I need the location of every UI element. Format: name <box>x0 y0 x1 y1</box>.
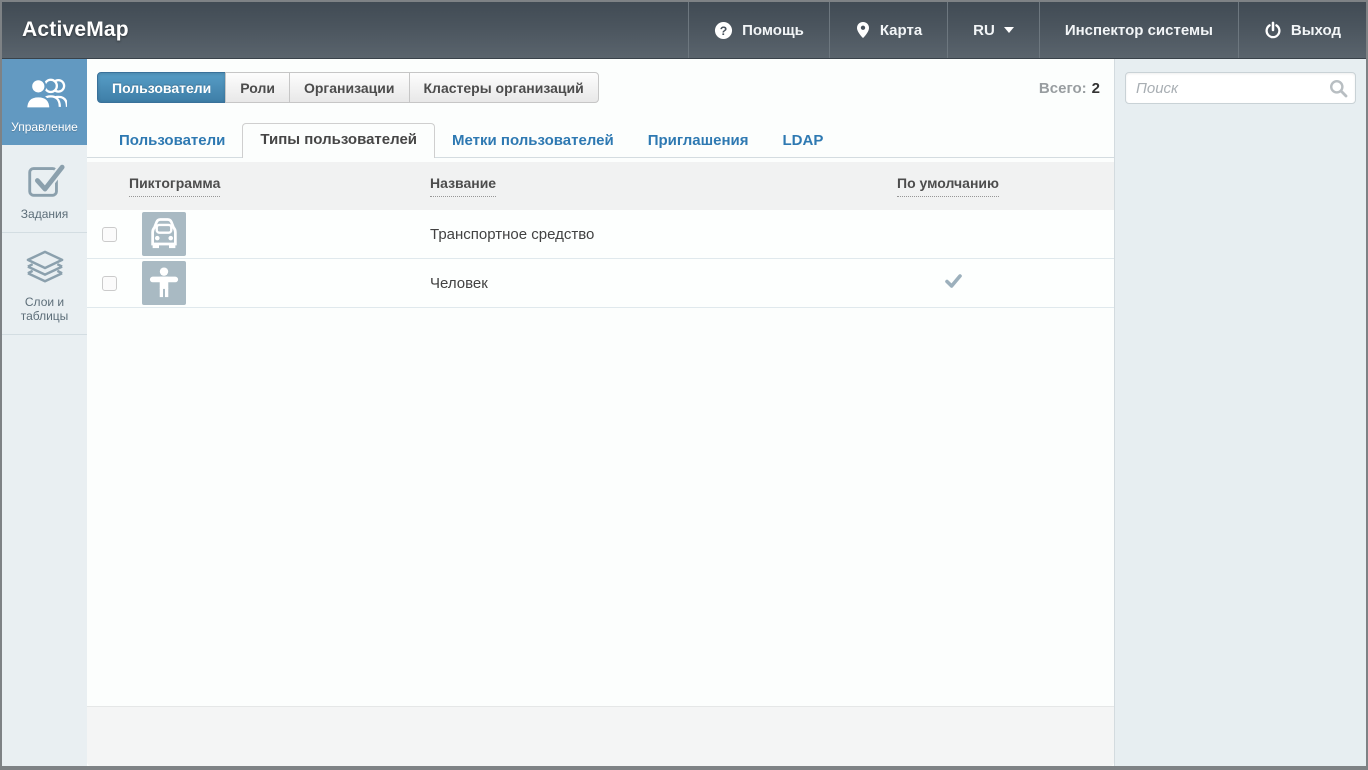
total-label: Всего: <box>1038 80 1087 97</box>
main-footer <box>87 706 1114 766</box>
total-value: 2 <box>1091 80 1100 97</box>
row-checkbox[interactable] <box>102 275 117 291</box>
power-icon <box>1264 21 1282 40</box>
column-header-name: Название <box>430 175 897 197</box>
subtab-users[interactable]: Пользователи <box>102 124 242 158</box>
search-panel <box>1114 59 1366 766</box>
sidebar-item-layers-tables[interactable]: Слои и таблицы <box>2 233 87 335</box>
top-nav: ? Помощь Карта RU Инспектор системы Выхо… <box>688 2 1366 58</box>
users-group-icon <box>6 73 83 113</box>
question-circle-icon: ? <box>714 21 733 40</box>
primary-tabs-toolbar: Пользователи Роли Организации Кластеры о… <box>87 59 1114 103</box>
searchbox <box>1125 72 1356 104</box>
tab-organization-clusters[interactable]: Кластеры организаций <box>408 72 599 103</box>
row-checkbox[interactable] <box>102 226 117 242</box>
user-type-name: Транспортное средство <box>430 225 595 243</box>
map-label: Карта <box>879 21 923 39</box>
logout-label: Выход <box>1290 21 1341 39</box>
system-inspector-button[interactable]: Инспектор системы <box>1038 2 1238 58</box>
map-button[interactable]: Карта <box>828 2 947 58</box>
app-logo: ActiveMap <box>22 18 129 41</box>
sidebar-item-management[interactable]: Управление <box>2 59 87 145</box>
sidebar-item-label: Слои и таблицы <box>20 295 69 323</box>
tab-users[interactable]: Пользователи <box>97 72 227 103</box>
caret-down-icon <box>1003 27 1014 33</box>
table-header: Пиктограмма Название По умолчанию <box>87 162 1114 210</box>
default-cell <box>897 273 1009 293</box>
sidebar: Управление Задания Слои и таблицы <box>2 59 87 766</box>
total-count: Всего: 2 <box>1039 80 1100 97</box>
column-header-pictogram: Пиктограмма <box>129 175 430 197</box>
main-panel: Пользователи Роли Организации Кластеры о… <box>87 59 1114 766</box>
top-bar: ActiveMap ? Помощь Карта RU Инспектор си… <box>2 2 1366 59</box>
tab-roles[interactable]: Роли <box>225 72 290 103</box>
subtab-ldap[interactable]: LDAP <box>766 124 841 158</box>
sidebar-item-tasks[interactable]: Задания <box>2 145 87 233</box>
search-input[interactable] <box>1125 72 1356 104</box>
subtab-invitations[interactable]: Приглашения <box>631 124 766 158</box>
help-label: Помощь <box>742 21 804 39</box>
layers-icon <box>6 248 83 288</box>
user-type-name: Человек <box>430 274 488 292</box>
page-body: Управление Задания Слои и таблицы Пользо… <box>2 59 1366 766</box>
table-empty-area <box>87 308 1114 706</box>
language-label: RU <box>973 21 995 39</box>
check-square-icon <box>6 160 83 200</box>
language-dropdown[interactable]: RU <box>947 2 1039 58</box>
table-row[interactable]: Человек <box>87 259 1114 308</box>
primary-tab-group: Пользователи Роли Организации Кластеры о… <box>97 72 599 103</box>
map-pin-icon <box>855 20 871 40</box>
column-header-default: По умолчанию <box>897 175 1009 197</box>
table-row[interactable]: Транспортное средство <box>87 210 1114 259</box>
app-window: ActiveMap ? Помощь Карта RU Инспектор си… <box>0 0 1368 770</box>
person-icon <box>142 261 186 305</box>
logout-button[interactable]: Выход <box>1237 2 1366 58</box>
secondary-tabs: Пользователи Типы пользователей Метки по… <box>87 123 1114 158</box>
svg-text:?: ? <box>720 23 728 37</box>
help-button[interactable]: ? Помощь <box>688 2 829 58</box>
default-check-icon <box>944 273 962 292</box>
search-icon[interactable] <box>1329 79 1348 103</box>
subtab-user-types[interactable]: Типы пользователей <box>242 123 436 158</box>
sidebar-item-label: Задания <box>20 207 69 221</box>
vehicle-icon <box>142 212 186 256</box>
subtab-user-labels[interactable]: Метки пользователей <box>435 124 631 158</box>
system-inspector-label: Инспектор системы <box>1064 21 1213 39</box>
sidebar-item-label: Управление <box>11 120 78 134</box>
tab-organizations[interactable]: Организации <box>288 72 410 103</box>
